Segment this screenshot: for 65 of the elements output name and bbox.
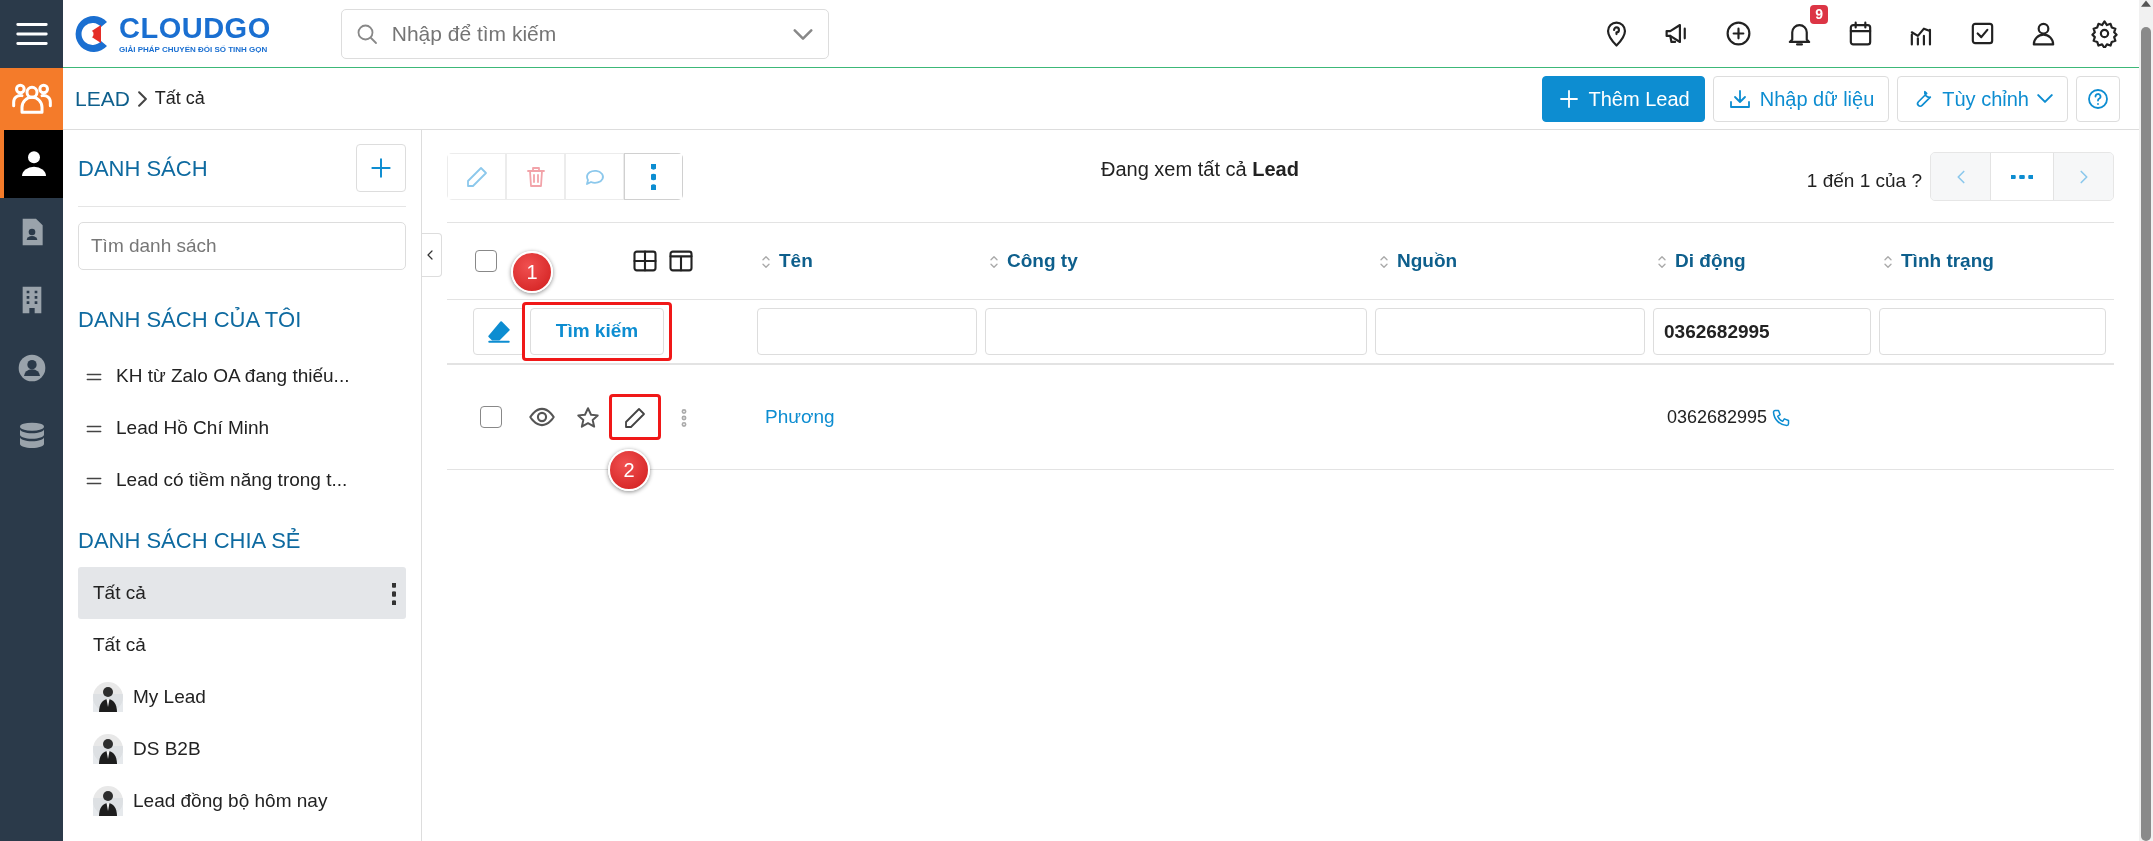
table-cell-text: 0362682995 xyxy=(1667,405,1768,429)
scroll-up-icon[interactable] xyxy=(2141,0,2151,7)
import-button[interactable]: Nhập dữ liệu xyxy=(1712,75,1890,122)
step-badge: 1 xyxy=(511,251,553,293)
list-label: My Lead xyxy=(133,684,206,709)
sidebar-title: DANH SÁCH xyxy=(78,154,208,183)
view-caption: Đang xem tất cả Lead xyxy=(1101,156,1299,182)
filter-field[interactable]: 0362682995 xyxy=(1653,308,1871,355)
clear-filter-button[interactable] xyxy=(473,308,525,355)
list-item[interactable]: My Lead xyxy=(78,671,406,723)
breadcrumb-link[interactable]: LEAD xyxy=(75,82,130,115)
select-all-checkbox[interactable] xyxy=(475,250,497,272)
column-header[interactable]: Tên xyxy=(779,246,813,276)
notification-badge: 9 xyxy=(1810,5,1828,24)
section-heading: DANH SÁCH CHIA SẺ xyxy=(78,527,302,555)
search-field[interactable]: Nhập để tìm kiếm xyxy=(340,8,829,59)
add-list-button[interactable] xyxy=(356,144,406,192)
list-label: Tất cả xyxy=(93,580,146,605)
list-label: Lead đồng bộ hôm nay xyxy=(133,788,328,813)
pencil-icon xyxy=(464,164,489,189)
list-item[interactable]: DS B2B xyxy=(78,723,406,775)
lead-name-link[interactable]: Phương xyxy=(765,405,835,427)
settings-icon[interactable] xyxy=(2090,19,2119,48)
more-button[interactable] xyxy=(624,153,683,200)
logo-text: CLOUDGO xyxy=(119,13,271,43)
list-search-field[interactable]: Tìm danh sách xyxy=(78,222,406,270)
search-button[interactable]: Tìm kiếm xyxy=(530,308,664,355)
logo-tagline: GIẢI PHÁP CHUYỂN ĐỔI SỐ TINH GỌN xyxy=(119,45,269,54)
pencil-icon[interactable] xyxy=(623,405,647,430)
star-icon[interactable] xyxy=(575,404,601,431)
section-heading: DANH SÁCH CỦA TÔI xyxy=(78,306,303,334)
list-item[interactable]: Tất cả xyxy=(78,567,406,619)
help-icon xyxy=(2086,86,2110,111)
column-header[interactable]: Nguồn xyxy=(1397,246,1458,276)
chevron-down-icon[interactable] xyxy=(792,28,813,40)
list-item[interactable]: Tất cả xyxy=(78,619,406,671)
help-button[interactable] xyxy=(2076,75,2120,122)
list-label: Tất cả xyxy=(93,632,146,657)
list-item[interactable]: Lead đồng bộ hôm nay xyxy=(78,775,406,827)
filter-field[interactable] xyxy=(1375,308,1645,355)
more-icon xyxy=(651,163,656,190)
list-item[interactable]: Lead Hồ Chí Minh xyxy=(116,413,270,443)
add-icon[interactable] xyxy=(1724,19,1753,48)
column-header[interactable]: Di động xyxy=(1675,246,1746,276)
caret-icon xyxy=(2037,94,2053,103)
breadcrumb-current: Tất cả xyxy=(154,87,205,110)
filter-field[interactable] xyxy=(985,308,1367,355)
more-icon xyxy=(2011,174,2033,179)
breadcrumb-chevron-icon xyxy=(137,91,147,108)
pager-text: 1 đến 1 của ? xyxy=(1806,169,1922,194)
filter-field[interactable] xyxy=(1879,308,2106,355)
row-checkbox[interactable] xyxy=(480,406,502,428)
scrollbar[interactable] xyxy=(2139,0,2153,841)
more-icon[interactable] xyxy=(392,582,396,605)
add-lead-button[interactable]: Thêm Lead xyxy=(1541,75,1705,122)
list-item[interactable]: Lead có tiềm năng trong t... xyxy=(116,465,348,495)
customize-dropdown[interactable]: Tùy chỉnh xyxy=(1897,75,2068,122)
filter-field[interactable] xyxy=(757,308,977,355)
eraser-icon xyxy=(486,318,512,345)
list-item[interactable]: KH từ Zalo OA đang thiếu... xyxy=(116,361,350,391)
list-label: DS B2B xyxy=(133,736,201,761)
column-header[interactable]: Công ty xyxy=(1007,246,1078,276)
column-header[interactable]: Tình trạng xyxy=(1901,246,1994,276)
phone-icon[interactable] xyxy=(1771,407,1792,428)
step-badge: 2 xyxy=(608,448,650,491)
